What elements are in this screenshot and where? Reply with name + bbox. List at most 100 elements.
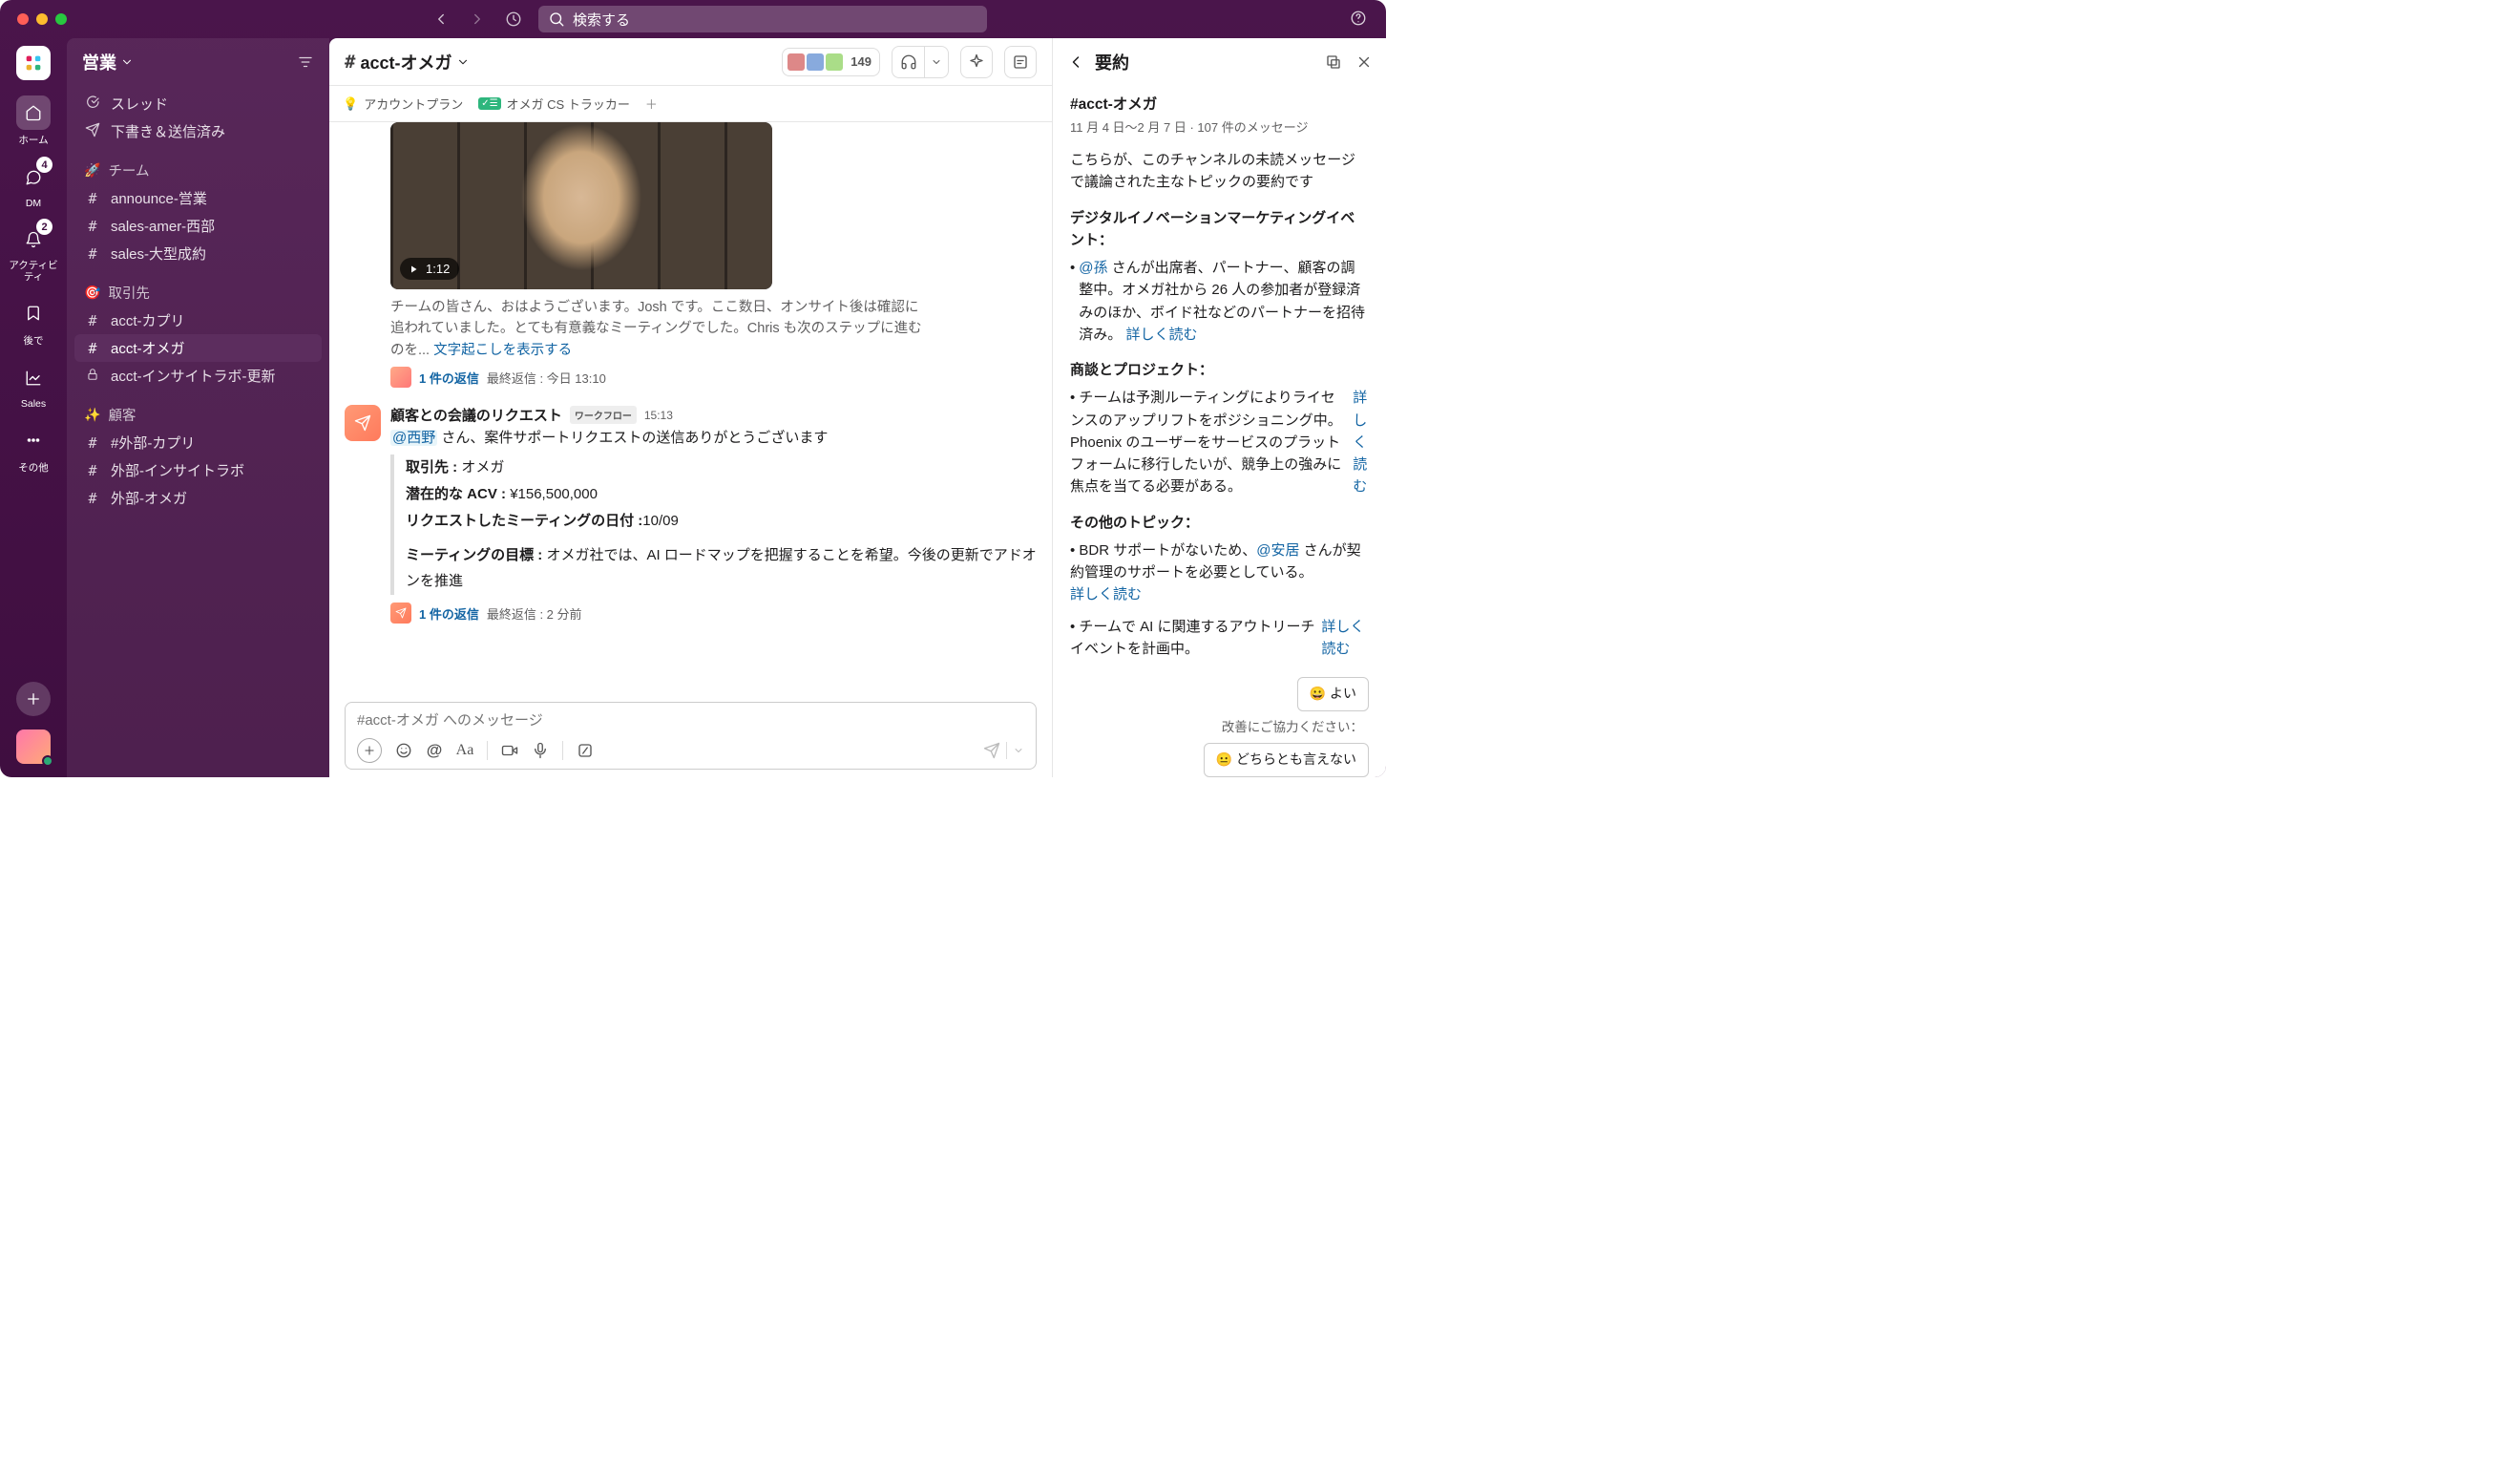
plus-icon [25,690,42,708]
summary-bullet: • チームは予測ルーティングによりライセンスのアップリフトをポジショニング中。P… [1070,387,1369,497]
workflow-message: 顧客との会議のリクエスト ワークフロー 15:13 @西野 さん、案件サポートリ… [345,405,1037,624]
composer-input[interactable] [357,712,1024,729]
sidebar-channel[interactable]: #sales-大型成約 [74,240,322,267]
sidebar: 営業 スレッド 下書き＆送信済み 🚀チーム #announce-営業 #sale… [67,38,329,777]
workflow-name: 顧客との会議のリクエスト [390,405,562,425]
rail-activity[interactable]: アクティビティ 2 [9,222,58,283]
panel-title: 要約 [1095,50,1129,74]
mention[interactable]: @安居 [1256,542,1299,559]
play-icon [408,264,419,275]
history-button[interactable] [502,8,525,31]
summary-heading: その他のトピック： [1070,512,1369,534]
nav-back-button[interactable] [430,8,452,31]
presence-indicator [42,755,53,767]
send-icon[interactable] [983,742,1000,759]
composer-audio[interactable] [532,742,549,759]
chevron-down-icon[interactable] [1013,745,1024,756]
thread-summary[interactable]: 1 件の返信 最終返信 : 今日 13:10 [390,367,1037,388]
video-transcript: チームの皆さん、おはようございます。Josh です。ここ数日、オンサイト後は確認… [390,297,925,361]
headphones-icon [900,53,917,71]
dm-badge: 4 [36,157,52,173]
read-more-link[interactable]: 詳しく読む [1353,387,1369,497]
thread-icon [85,95,100,110]
summary-panel: 要約 #acct-オメガ 11 月 4 日～2 月 7 日 · 107 件のメッ… [1052,38,1386,777]
channel-view: #acct-オメガ 149 [329,38,1052,777]
thread-summary[interactable]: 1 件の返信 最終返信 : 2 分前 [390,603,1037,624]
feedback-label: 改善にご協力ください： [1222,718,1363,738]
bookmark-add[interactable]: ＋ [645,95,658,113]
rail-more[interactable]: その他 [9,423,58,475]
huddle-button[interactable] [892,46,924,78]
workflow-avatar [345,405,381,441]
ai-sparkle-button[interactable] [960,46,993,78]
sidebar-channel-private[interactable]: acct-インサイトラボ-更新 [74,362,322,390]
sidebar-channel[interactable]: #sales-amer-西部 [74,212,322,240]
section-accounts[interactable]: 🎯取引先 [74,267,322,307]
window-controls[interactable] [17,13,67,25]
read-more-link[interactable]: 詳しく読む [1321,616,1369,661]
composer-mention[interactable]: @ [426,742,443,759]
video-icon [501,742,518,759]
channel-title[interactable]: #acct-オメガ [345,50,470,74]
smile-icon [395,742,412,759]
nav-forward-button[interactable] [466,8,489,31]
workflow-tag: ワークフロー [570,406,637,424]
bookmark-icon [25,305,42,322]
rail-add-button[interactable] [16,682,51,716]
workspace-switcher[interactable] [16,46,51,80]
send-icon [85,122,100,137]
bookmark-item[interactable]: 💡アカウントプラン [343,95,463,113]
nav-rail: ホーム DM 4 アクティビティ 2 後で Sales そ [0,38,67,777]
rail-home[interactable]: ホーム [9,95,58,147]
popout-icon[interactable] [1325,53,1342,71]
read-more-link[interactable]: 詳しく読む [1070,586,1142,603]
sidebar-channel[interactable]: #外部-インサイトラボ [74,456,322,484]
video-clip[interactable]: 1:12 [390,122,772,289]
sidebar-channel[interactable]: #announce-営業 [74,184,322,212]
rail-later[interactable]: 後で [9,296,58,348]
mention[interactable]: @孫 [1079,260,1107,276]
sparkle-icon [968,53,985,71]
message-composer[interactable]: @ Aa [345,702,1037,770]
summary-heading: デジタルイノベーションマーケティングイベント： [1070,207,1369,252]
summary-channel: #acct-オメガ [1070,94,1369,116]
paper-plane-icon [354,414,371,432]
workspace-menu[interactable]: 営業 [67,38,329,86]
rail-sales[interactable]: Sales [9,361,58,410]
composer-emoji[interactable] [395,742,412,759]
show-transcript-link[interactable]: 文字起こしを表示する [433,343,572,358]
user-avatar[interactable] [16,730,51,764]
close-icon[interactable] [1355,53,1373,71]
rail-dm[interactable]: DM 4 [9,160,58,209]
read-more-link[interactable]: 詳しく読む [1125,327,1197,343]
sidebar-drafts[interactable]: 下書き＆送信済み [74,117,322,145]
feedback-good[interactable]: 😀 よい [1297,677,1369,711]
sidebar-channel[interactable]: #acct-カプリ [74,307,322,334]
filter-icon[interactable] [297,53,314,71]
sidebar-channel[interactable]: #外部-オメガ [74,484,322,512]
huddle-menu[interactable] [924,46,949,78]
mention[interactable]: @西野 [390,430,437,446]
back-icon[interactable] [1066,53,1085,72]
help-button[interactable] [1350,10,1369,29]
composer-video[interactable] [501,742,518,759]
summary-heading: 商談とプロジェクト： [1070,359,1369,381]
search-icon [548,11,565,28]
member-count[interactable]: 149 [782,48,880,76]
search-placeholder: 検索する [573,10,630,30]
feedback-neutral[interactable]: 😐 どちらとも言えない [1204,743,1369,777]
composer-slash[interactable] [577,742,594,759]
section-team[interactable]: 🚀チーム [74,145,322,184]
canvas-button[interactable] [1004,46,1037,78]
sidebar-threads[interactable]: スレッド [74,90,322,117]
section-customers[interactable]: ✨顧客 [74,390,322,429]
search-input[interactable]: 検索する [538,6,987,32]
sidebar-channel[interactable]: ##外部-カプリ [74,429,322,456]
composer-format[interactable]: Aa [456,742,473,759]
mic-icon [532,742,549,759]
bookmark-item[interactable]: ✓☰オメガ CS トラッカー [478,95,630,113]
chart-icon [25,370,42,387]
sidebar-channel-active[interactable]: #acct-オメガ [74,334,322,362]
composer-attach[interactable] [357,738,382,763]
bookmark-bar: 💡アカウントプラン ✓☰オメガ CS トラッカー ＋ [329,86,1052,122]
